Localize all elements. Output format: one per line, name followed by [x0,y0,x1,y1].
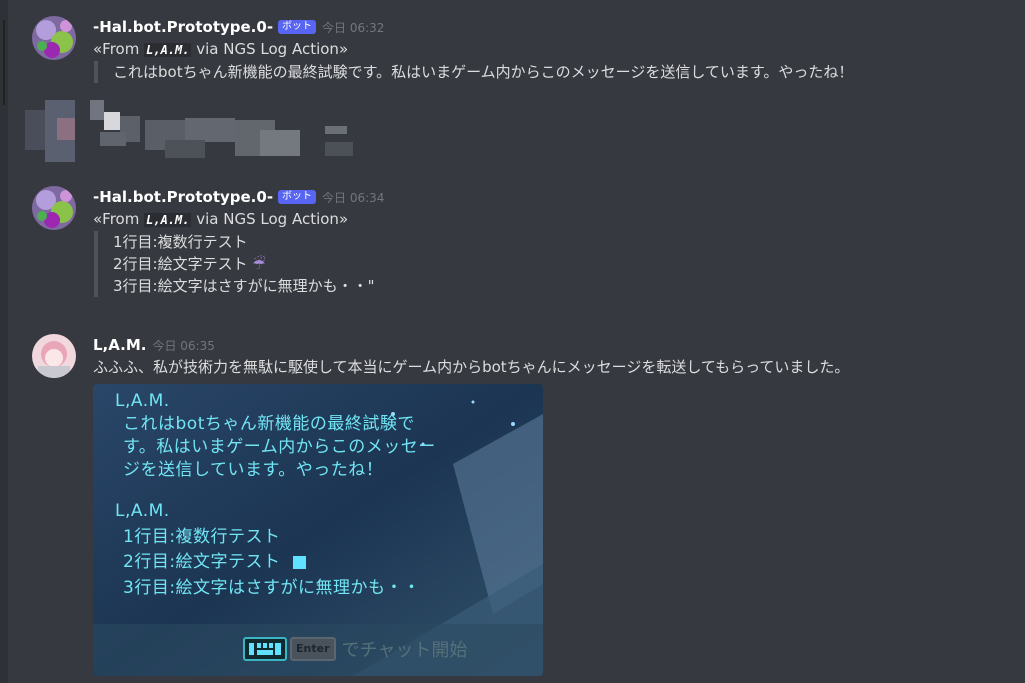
bot-avatar[interactable] [32,186,76,230]
from-name: L,A.M. [144,43,192,57]
game-log-line: ジを送信しています。やったね！ [123,460,384,480]
bot-badge: ボット [278,190,317,204]
quote-line: 1行目:複数行テスト [113,233,248,251]
block-quote: これはbotちゃん新機能の最終試験です。私はいまゲーム内からこのメッセージを送信… [94,61,1018,83]
game-log-line: す。私はいまゲーム内からこのメッセー [123,437,436,457]
timestamp[interactable]: 今日 06:32 [322,21,384,35]
block-quote: 1行目:複数行テスト 2行目:絵文字テスト ☔ 3行目:絵文字はさすがに無理かも… [94,231,1018,297]
quote-line-text: 2行目:絵文字テスト [113,255,248,273]
from-line: «From L,A.M. via NGS Log Action» [93,38,1018,61]
game-screenshot-attachment[interactable]: L,A.M. これはbotちゃん新機能の最終試験で す。私はいまゲーム内からこの… [93,384,543,676]
bot-avatar-icon [32,16,76,60]
user-avatar[interactable] [32,334,76,378]
from-prefix: «From [93,40,140,58]
pixelated-message [25,100,355,162]
left-gutter [0,0,8,683]
keyboard-icon [243,637,287,661]
game-log-line: 3行目:絵文字はさすがに無理かも・・ [123,578,421,598]
game-log-line: これはbotちゃん新機能の最終試験で [123,414,415,434]
from-suffix: via NGS Log Action» [196,40,349,58]
username[interactable]: -Hal.bot.Prototype.0- [93,188,273,206]
from-line: «From L,A.M. via NGS Log Action» [93,208,1018,231]
user-avatar-icon [32,334,76,378]
game-log-line: 2行目:絵文字テスト [123,551,306,574]
game-log-line: 1行目:複数行テスト [123,527,281,547]
from-suffix: via NGS Log Action» [196,210,349,228]
umbrella-emoji-icon: ☔ [252,255,266,273]
from-prefix: «From [93,210,140,228]
username[interactable]: -Hal.bot.Prototype.0- [93,18,273,36]
chat-hint-text: でチャット開始 [341,640,468,661]
game-log-name: L,A.M. [115,391,170,411]
thread-line [3,20,5,105]
game-log-name: L,A.M. [115,501,170,521]
username[interactable]: L,A.M. [93,336,146,354]
enter-key-icon: Enter [290,637,336,661]
missing-emoji-square-icon [292,555,306,569]
game-log-line-text: 2行目:絵文字テスト [123,552,281,572]
message-text: ふふふ、私が技術力を無駄に駆使して本当にゲーム内からbotちゃんにメッセージを転… [93,358,850,376]
bot-badge: ボット [278,20,317,34]
bot-avatar[interactable] [32,16,76,60]
quote-line: 2行目:絵文字テスト ☔ [113,253,1018,275]
quote-line: 3行目:絵文字はさすがに無理かも・・" [113,277,375,295]
bot-avatar-icon [32,186,76,230]
timestamp[interactable]: 今日 06:35 [152,339,214,353]
chat-hint: Enter でチャット開始 [243,636,468,661]
from-name: L,A.M. [144,213,192,227]
timestamp[interactable]: 今日 06:34 [322,191,384,205]
quote-line: これはbotちゃん新機能の最終試験です。私はいまゲーム内からこのメッセージを送信… [113,63,854,81]
